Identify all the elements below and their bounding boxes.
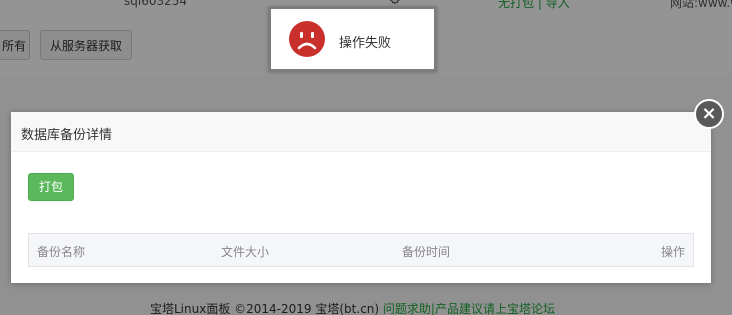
operation-failed-toast: 操作失败 [268,6,437,72]
dialog-header: 数据库备份详情 [11,112,711,152]
sad-face-icon [289,21,325,57]
pack-button[interactable]: 打包 [28,173,74,201]
column-header-file-size: 文件大小 [221,245,270,259]
dialog-title: 数据库备份详情 [21,128,113,143]
toast-message: 操作失败 [339,36,392,51]
pack-button-label: 打包 [38,180,63,194]
column-header-backup-name: 备份名称 [37,245,86,259]
page: sql603254 ⚙ 无打包 | 导入 网站:www.w 所有 从服务器获取 … [0,0,732,315]
backup-table: 备份名称 文件大小 备份时间 操作 [28,233,694,267]
backup-details-dialog: 数据库备份详情 × 打包 备份名称 文件大小 备份时间 操作 [11,99,724,283]
column-header-actions: 操作 [660,245,685,259]
close-icon[interactable]: × [694,99,724,129]
column-header-backup-time: 备份时间 [402,245,451,259]
